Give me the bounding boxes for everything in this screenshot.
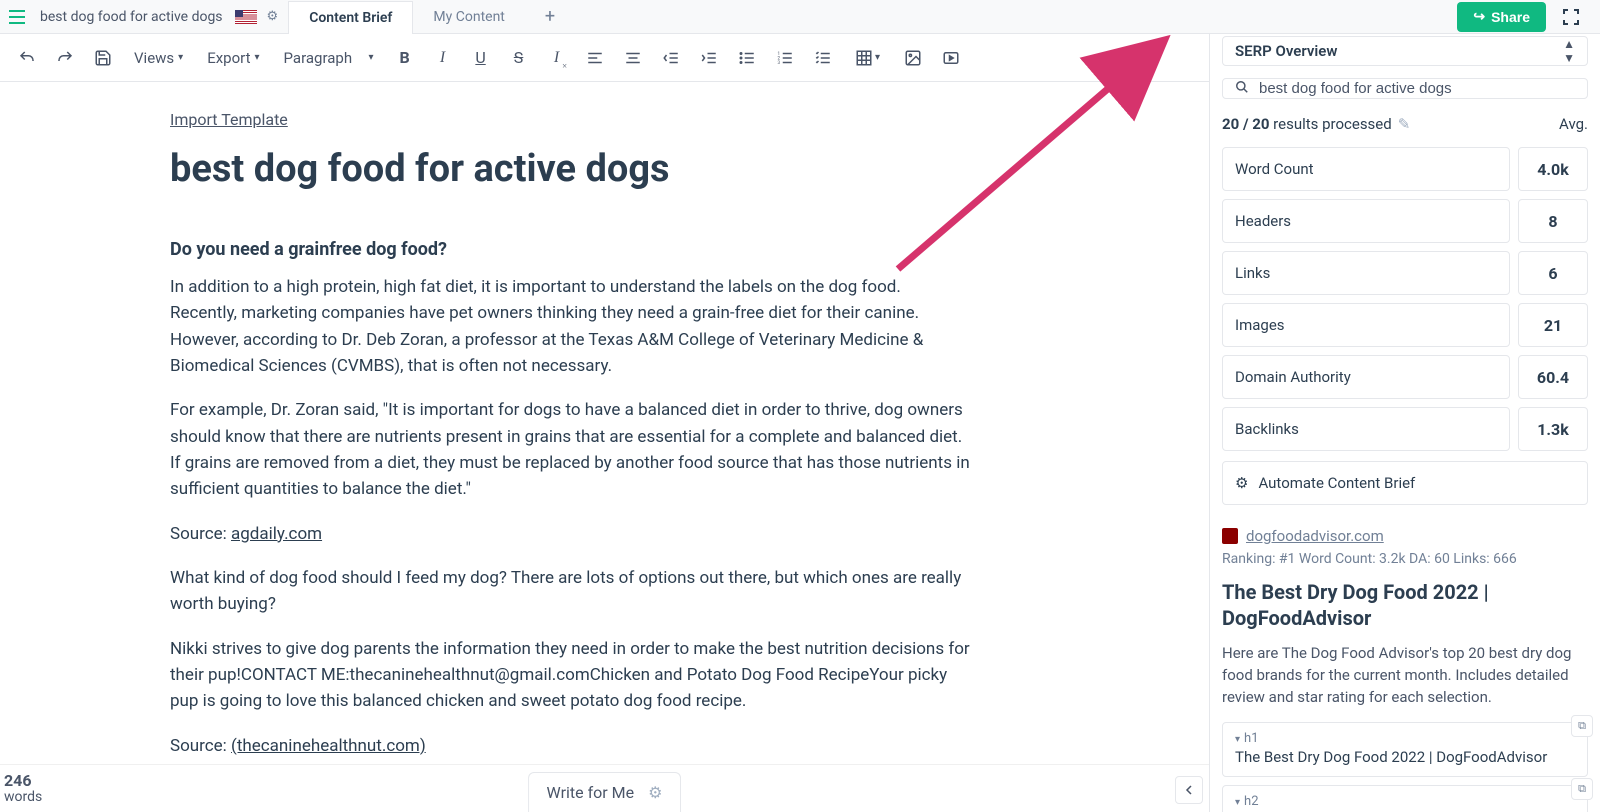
heading-tag: ▾h1	[1235, 731, 1575, 746]
result-meta: Ranking: #1 Word Count: 3.2k DA: 60 Link…	[1222, 551, 1588, 567]
page-title: best dog food for active dogs	[170, 147, 970, 191]
video-icon[interactable]	[934, 41, 968, 75]
word-count: 246 words	[0, 772, 42, 805]
metric-row: Links6	[1222, 251, 1588, 295]
indent-icon[interactable]	[692, 41, 726, 75]
metric-value: 6	[1518, 251, 1588, 295]
tab-content-brief[interactable]: Content Brief	[288, 1, 413, 34]
metric-row: Backlinks1.3k	[1222, 407, 1588, 451]
heading-item[interactable]: ⧉▾h2The Best Dry Dog Foods April 2022	[1222, 785, 1588, 812]
heading-item[interactable]: ⧉▾h1The Best Dry Dog Food 2022 | DogFood…	[1222, 722, 1588, 777]
paragraph: Source: (thecaninehealthnut.com)	[170, 733, 970, 759]
image-icon[interactable]	[896, 41, 930, 75]
source-link[interactable]: (thecaninehealthnut.com)	[231, 736, 426, 756]
metric-label: Word Count	[1222, 147, 1510, 191]
section-heading: Do you need a grainfree dog food?	[170, 239, 970, 260]
paragraph: Nikki strives to give dog parents the in…	[170, 636, 970, 715]
metric-value: 21	[1518, 303, 1588, 347]
number-list-icon[interactable]: 123	[768, 41, 802, 75]
tab-add[interactable]: +	[525, 0, 575, 33]
source-link[interactable]: agdaily.com	[231, 524, 322, 544]
search-icon	[1235, 79, 1249, 98]
result-snippet: Here are The Dog Food Advisor's top 20 b…	[1222, 643, 1588, 708]
underline-icon[interactable]: U	[464, 41, 498, 75]
serp-view-select[interactable]: SERP Overview ▲▼	[1222, 36, 1588, 66]
flag-us-icon[interactable]	[235, 10, 257, 24]
metric-row: Images21	[1222, 303, 1588, 347]
automate-content-brief-button[interactable]: ⚙ Automate Content Brief	[1222, 461, 1588, 505]
edit-pencil-icon[interactable]: ✎	[1398, 115, 1411, 133]
metric-label: Backlinks	[1222, 407, 1510, 451]
favicon-icon	[1222, 528, 1238, 544]
metric-label: Images	[1222, 303, 1510, 347]
editor-toolbar: Views▾ Export▾ Paragraph▾ B I U S I× 123…	[0, 34, 1209, 82]
serp-sidebar: SERP Overview ▲▼ 20 / 20 results process…	[1210, 34, 1600, 812]
heading-text: The Best Dry Dog Food 2022 | DogFoodAdvi…	[1235, 748, 1575, 766]
sliders-icon: ⚙	[1235, 474, 1248, 492]
metric-label: Domain Authority	[1222, 355, 1510, 399]
serp-result: dogfoodadvisor.com Ranking: #1 Word Coun…	[1222, 527, 1588, 812]
views-dropdown[interactable]: Views▾	[124, 41, 193, 75]
align-left-icon[interactable]	[578, 41, 612, 75]
collapse-sidebar-icon[interactable]	[1175, 776, 1203, 804]
paragraph: Source: agdaily.com	[170, 521, 970, 547]
write-for-me-button[interactable]: Write for Me ⚙	[528, 772, 682, 812]
align-center-icon[interactable]	[616, 41, 650, 75]
paragraph: In addition to a high protein, high fat …	[170, 274, 970, 379]
fullscreen-icon[interactable]	[1556, 2, 1586, 32]
import-template-link[interactable]: Import Template	[170, 110, 288, 129]
undo-icon[interactable]	[10, 41, 44, 75]
metric-value: 1.3k	[1518, 407, 1588, 451]
copy-icon[interactable]: ⧉	[1571, 778, 1593, 800]
redo-icon[interactable]	[48, 41, 82, 75]
sort-icon: ▲▼	[1563, 37, 1575, 65]
result-domain-link[interactable]: dogfoodadvisor.com	[1246, 527, 1384, 545]
metric-value: 60.4	[1518, 355, 1588, 399]
checklist-icon[interactable]	[806, 41, 840, 75]
topbar: best dog food for active dogs ⚙ Content …	[0, 0, 1600, 34]
metric-row: Domain Authority60.4	[1222, 355, 1588, 399]
tab-my-content[interactable]: My Content	[413, 0, 524, 33]
bullet-list-icon[interactable]	[730, 41, 764, 75]
paragraph-dropdown[interactable]: Paragraph▾	[274, 41, 384, 75]
share-icon: ↪	[1473, 8, 1485, 25]
metric-label: Headers	[1222, 199, 1510, 243]
paragraph: What kind of dog food should I feed my d…	[170, 565, 970, 618]
editor-pane: Views▾ Export▾ Paragraph▾ B I U S I× 123…	[0, 34, 1210, 812]
metric-value: 4.0k	[1518, 147, 1588, 191]
results-processed: 20 / 20 results processed✎ Avg.	[1222, 115, 1588, 133]
gear-icon[interactable]: ⚙	[648, 783, 662, 802]
save-icon[interactable]	[86, 41, 120, 75]
copy-icon[interactable]: ⧉	[1571, 715, 1593, 737]
export-dropdown[interactable]: Export▾	[197, 41, 269, 75]
svg-text:3: 3	[777, 60, 780, 66]
result-title: The Best Dry Dog Food 2022 | DogFoodAdvi…	[1222, 579, 1588, 631]
strikethrough-icon[interactable]: S	[502, 41, 536, 75]
document-body[interactable]: Import Template best dog food for active…	[0, 82, 1209, 812]
share-button[interactable]: ↪ Share	[1457, 2, 1546, 32]
editor-footer: 246 words Write for Me ⚙	[0, 764, 1209, 812]
outdent-icon[interactable]	[654, 41, 688, 75]
heading-tag: ▾h2	[1235, 794, 1575, 809]
metric-label: Links	[1222, 251, 1510, 295]
settings-gear-icon[interactable]: ⚙	[267, 9, 279, 24]
paragraph: For example, Dr. Zoran said, "It is impo…	[170, 397, 970, 502]
search-input[interactable]	[1259, 80, 1575, 97]
clear-format-icon[interactable]: I×	[540, 41, 574, 75]
italic-icon[interactable]: I	[426, 41, 460, 75]
hamburger-menu-icon[interactable]	[0, 10, 34, 24]
serp-search[interactable]	[1222, 78, 1588, 99]
metric-value: 8	[1518, 199, 1588, 243]
metric-row: Word Count4.0k	[1222, 147, 1588, 191]
document-title: best dog food for active dogs	[34, 9, 229, 25]
table-icon[interactable]: ▾	[844, 41, 892, 75]
metric-row: Headers8	[1222, 199, 1588, 243]
bold-icon[interactable]: B	[388, 41, 422, 75]
